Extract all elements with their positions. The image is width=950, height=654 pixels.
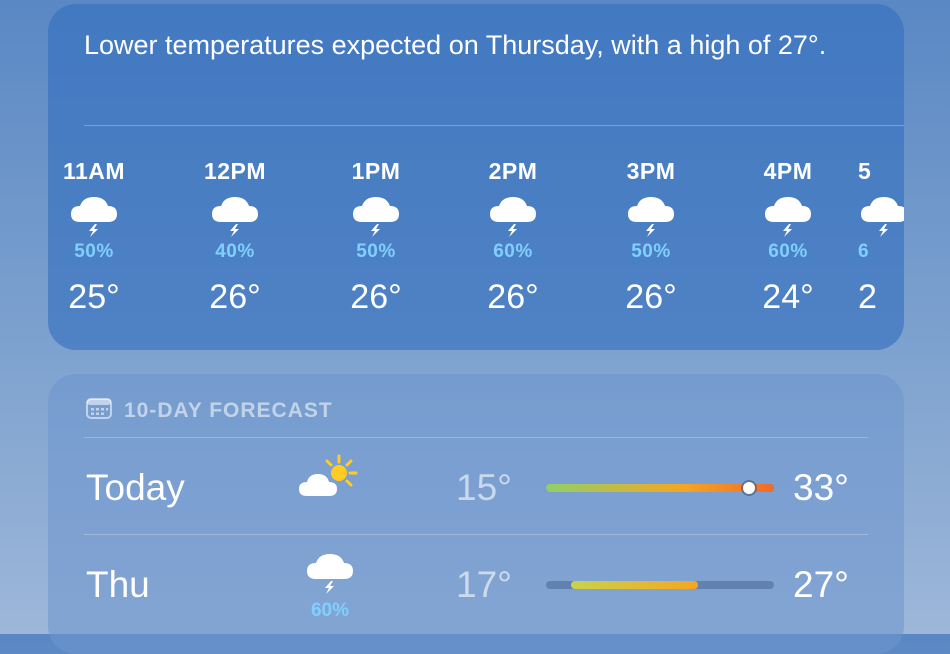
precip-chance: 6 bbox=[858, 241, 870, 262]
temp-range-bar bbox=[546, 581, 774, 589]
day-row-today[interactable]: Today 15° 33° bbox=[48, 440, 904, 536]
high-temp: 33° bbox=[793, 467, 849, 508]
hour-time: 2PM bbox=[488, 158, 538, 184]
hour-item-2pm: 2PM 60% 26° bbox=[463, 154, 563, 317]
temp-range-fill bbox=[571, 581, 698, 589]
hour-time: 4PM bbox=[763, 158, 813, 184]
forecast-header-label: 10-DAY FORECAST bbox=[124, 399, 333, 422]
hour-temp: 26° bbox=[625, 278, 677, 316]
hourly-scroll-strip[interactable]: 11AM 50% 25° 12PM 40% 26° 1PM 50% 26° 2P… bbox=[48, 154, 904, 334]
hour-time: 1PM bbox=[351, 158, 401, 184]
current-temp-dot bbox=[742, 482, 755, 494]
hour-item-1pm: 1PM 50% 26° bbox=[326, 154, 426, 317]
thunderstorm-icon bbox=[48, 194, 144, 240]
day-row-thu[interactable]: Thu 60% 17° 27° bbox=[48, 537, 904, 633]
hour-temp: 24° bbox=[762, 278, 814, 316]
precip-chance: 50% bbox=[631, 241, 671, 262]
day-name: Thu bbox=[86, 564, 150, 605]
hour-temp: 2 bbox=[858, 278, 877, 316]
precip-chance: 60% bbox=[493, 241, 533, 262]
precip-chance: 50% bbox=[356, 241, 396, 262]
thunderstorm-icon bbox=[601, 194, 701, 240]
hour-temp: 26° bbox=[350, 278, 402, 316]
precip-chance: 50% bbox=[74, 241, 114, 262]
divider bbox=[84, 534, 868, 535]
precip-chance: 60% bbox=[768, 241, 808, 262]
hour-time: 12PM bbox=[203, 158, 267, 184]
hour-item-5pm: 5 6 2 bbox=[858, 154, 904, 317]
ten-day-forecast-card: 10-DAY FORECAST Today 15° 33° Thu 60% 17… bbox=[48, 374, 904, 654]
precip-chance: 60% bbox=[310, 600, 350, 621]
calendar-icon bbox=[86, 397, 112, 425]
hour-item-11am: 11AM 50% 25° bbox=[48, 154, 144, 317]
forecast-header: 10-DAY FORECAST bbox=[86, 398, 333, 424]
high-temp: 27° bbox=[793, 564, 849, 605]
hour-time: 5 bbox=[858, 158, 872, 184]
low-temp: 17° bbox=[456, 564, 512, 605]
thunderstorm-icon bbox=[738, 194, 838, 240]
temp-range-fill bbox=[546, 484, 774, 492]
hour-item-3pm: 3PM 50% 26° bbox=[601, 154, 701, 317]
day-name: Today bbox=[86, 467, 185, 508]
temp-range-bar bbox=[546, 482, 774, 494]
thunderstorm-icon bbox=[326, 194, 426, 240]
thunderstorm-icon: 60% bbox=[298, 551, 362, 621]
thunderstorm-icon bbox=[463, 194, 563, 240]
thunderstorm-icon bbox=[858, 194, 904, 240]
divider bbox=[84, 125, 904, 126]
hour-temp: 25° bbox=[68, 278, 120, 316]
hour-item-4pm: 4PM 60% 24° bbox=[738, 154, 838, 317]
hour-time: 3PM bbox=[626, 158, 676, 184]
hour-time: 11AM bbox=[62, 158, 126, 184]
low-temp: 15° bbox=[456, 467, 512, 508]
hourly-forecast-card: Lower temperatures expected on Thursday,… bbox=[48, 4, 904, 350]
divider bbox=[84, 437, 868, 438]
hour-temp: 26° bbox=[209, 278, 261, 316]
hour-item-12pm: 12PM 40% 26° bbox=[185, 154, 285, 317]
forecast-summary: Lower temperatures expected on Thursday,… bbox=[84, 30, 827, 60]
partly-sunny-icon bbox=[298, 454, 362, 524]
precip-chance: 40% bbox=[215, 241, 255, 262]
thunderstorm-icon bbox=[185, 194, 285, 240]
hour-temp: 26° bbox=[487, 278, 539, 316]
